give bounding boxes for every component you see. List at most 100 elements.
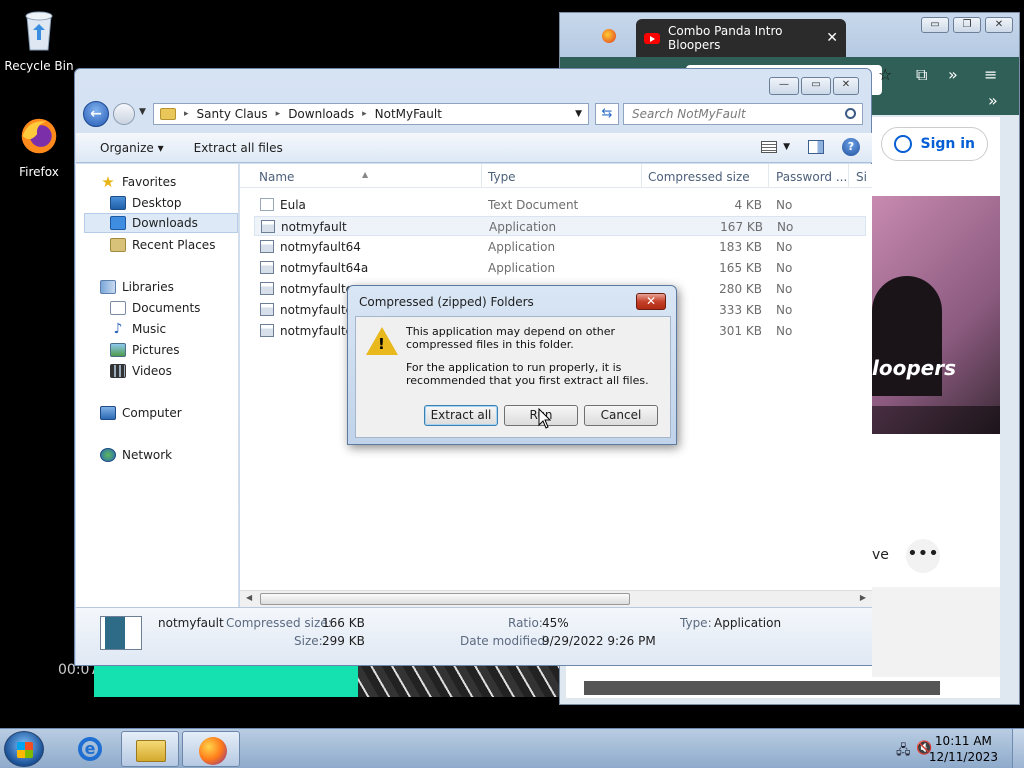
forward-button[interactable] (113, 103, 135, 125)
breadcrumb-separator-icon[interactable]: ▸ (184, 109, 189, 119)
more-tools-icon[interactable]: » (948, 65, 958, 84)
scrollbar-thumb[interactable] (584, 681, 940, 695)
close-button[interactable]: ✕ (833, 77, 859, 95)
file-row-selected[interactable]: notmyfault Application 167 KB No (254, 216, 866, 236)
application-icon (260, 282, 274, 295)
address-row: ← ▼ ▸ Santy Claus ▸ Downloads ▸ NotMyFau… (83, 101, 865, 129)
file-row[interactable]: notmyfault64a Application 165 KB No (254, 258, 866, 278)
file-list-horizontal-scrollbar[interactable]: ◀ ▶ (240, 590, 872, 607)
desktop-icon-recycle-bin[interactable]: Recycle Bin (3, 8, 75, 73)
nav-favorites[interactable]: ★ Favorites (100, 172, 176, 192)
nav-videos[interactable]: Videos (110, 361, 172, 381)
dialog-close-button[interactable]: ✕ (636, 293, 666, 310)
address-bar[interactable]: ▸ Santy Claus ▸ Downloads ▸ NotMyFault ▼ (153, 103, 589, 125)
more-actions-button[interactable]: ••• (906, 539, 940, 573)
back-button[interactable]: ← (83, 101, 109, 127)
cancel-button[interactable]: Cancel (584, 405, 658, 426)
file-type: Application (488, 261, 556, 275)
nav-music[interactable]: ♪ Music (110, 319, 167, 339)
details-type: Application (714, 616, 782, 630)
clock[interactable]: 10:11 AM 12/11/2023 (929, 733, 998, 765)
file-row[interactable]: Eula Text Document 4 KB No (254, 195, 866, 215)
save-label-fragment[interactable]: ve (872, 547, 889, 563)
application-icon (260, 240, 274, 253)
tab-close-icon[interactable]: ✕ (826, 30, 838, 46)
nav-network[interactable]: Network (100, 445, 172, 465)
nav-libraries[interactable]: Libraries (100, 277, 174, 297)
browser-horizontal-scrollbar[interactable] (566, 678, 1000, 698)
bookmark-star-icon[interactable]: ☆ (878, 65, 892, 84)
bookmarks-overflow-icon[interactable]: » (988, 91, 998, 110)
column-password[interactable]: Password ... (776, 170, 847, 184)
column-compressed-size[interactable]: Compressed size (648, 170, 750, 184)
application-icon (261, 220, 275, 233)
firefox-icon (21, 118, 57, 154)
taskbar-internet-explorer[interactable]: e (60, 731, 118, 767)
taskbar-windows-explorer[interactable] (121, 731, 179, 767)
nav-computer[interactable]: Computer (100, 403, 182, 423)
view-dropdown-icon[interactable]: ▼ (783, 142, 790, 152)
network-tray-icon[interactable]: 🖧 (896, 741, 911, 763)
column-type[interactable]: Type (488, 170, 516, 184)
desktop-icon-firefox[interactable]: Firefox (3, 114, 75, 179)
file-row[interactable]: notmyfault64 Application 183 KB No (254, 237, 866, 257)
scroll-left-icon[interactable]: ◀ (246, 593, 252, 602)
network-icon (100, 448, 116, 462)
refresh-button[interactable]: ⇆ (595, 103, 619, 125)
sign-in-button[interactable]: Sign in (881, 127, 988, 161)
file-password: No (776, 198, 793, 212)
nav-desktop[interactable]: Desktop (110, 193, 182, 213)
extract-all-button[interactable]: Extract all (424, 405, 498, 426)
tab-title: Combo Panda Intro Bloopers (668, 24, 783, 52)
nav-label: Network (122, 448, 173, 462)
change-view-icon[interactable] (761, 141, 778, 153)
nav-label: Documents (132, 301, 201, 315)
show-desktop-button[interactable] (1012, 729, 1024, 768)
nav-label: Videos (132, 364, 172, 378)
nav-pictures[interactable]: Pictures (110, 340, 180, 360)
breadcrumb-separator-icon[interactable]: ▸ (362, 109, 367, 119)
description-box[interactable] (872, 587, 1000, 677)
details-type-label: Type: (680, 616, 712, 630)
breadcrumb-item[interactable]: NotMyFault (375, 107, 442, 121)
video-controls[interactable] (872, 406, 1000, 434)
minimize-button[interactable]: ▭ (921, 17, 949, 33)
browser-tab-active[interactable]: Combo Panda Intro Bloopers ✕ (636, 19, 846, 57)
breadcrumb-item[interactable]: Downloads (288, 107, 354, 121)
organize-button[interactable]: Organize ▾ (100, 141, 164, 155)
minimize-button[interactable]: — (769, 77, 799, 95)
maximize-button[interactable]: ❐ (953, 17, 981, 33)
maximize-button[interactable]: ▭ (801, 77, 831, 95)
firefox-tab-icon[interactable] (602, 29, 616, 43)
extensions-icon[interactable]: ⧉ (916, 65, 927, 85)
address-dropdown-icon[interactable]: ▼ (575, 109, 582, 119)
nav-downloads[interactable]: Downloads (84, 213, 238, 233)
nav-documents[interactable]: Documents (110, 298, 200, 318)
taskbar-firefox[interactable] (182, 731, 240, 767)
browser-window-buttons: ▭ ❐ ✕ (921, 17, 1013, 33)
column-name[interactable]: Name (259, 170, 294, 184)
breadcrumb-item[interactable]: Santy Claus (197, 107, 268, 121)
help-icon[interactable]: ? (842, 138, 860, 156)
recent-pages-chevron-icon[interactable]: ▼ (139, 107, 146, 117)
music-icon: ♪ (113, 321, 123, 337)
search-input[interactable]: Search NotMyFault (623, 103, 863, 125)
extract-all-files-button[interactable]: Extract all files (194, 141, 283, 155)
scroll-right-icon[interactable]: ▶ (860, 593, 866, 602)
video-player[interactable]: loopers (872, 196, 1000, 434)
nav-recent-places[interactable]: Recent Places (110, 235, 215, 255)
breadcrumb-separator-icon[interactable]: ▸ (276, 109, 281, 119)
file-password: No (776, 261, 793, 275)
details-date-label: Date modified: (460, 634, 550, 648)
nav-label: Favorites (122, 175, 177, 189)
column-size[interactable]: Si (856, 170, 867, 184)
close-button[interactable]: ✕ (985, 17, 1013, 33)
menu-icon[interactable]: ≡ (984, 65, 997, 84)
scrollbar-thumb[interactable] (260, 593, 630, 605)
preview-pane-icon[interactable] (808, 140, 824, 154)
search-icon[interactable] (845, 108, 856, 119)
file-password: No (776, 282, 793, 296)
video-title-overlay: loopers (872, 356, 956, 380)
start-button[interactable] (4, 731, 44, 767)
compressed-folders-dialog: Compressed (zipped) Folders ✕ ! This app… (347, 285, 677, 445)
